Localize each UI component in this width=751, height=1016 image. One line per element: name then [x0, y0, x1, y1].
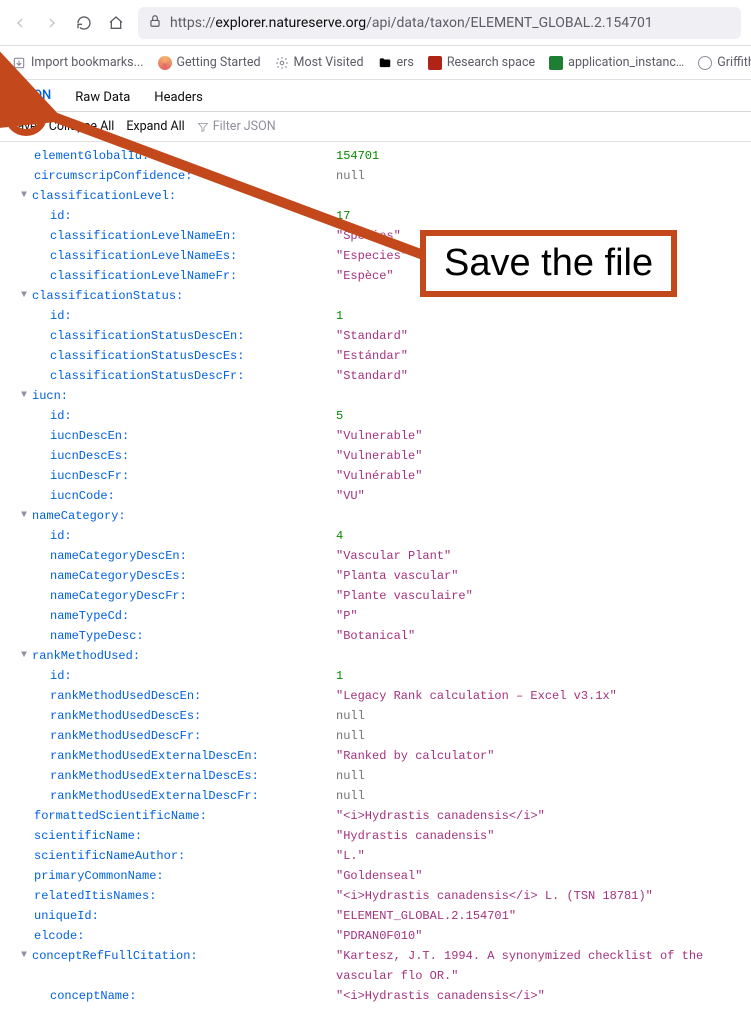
viewer-actions: Save Collapse All Expand All Filter JSON [0, 112, 751, 142]
browser-toolbar: https://explorer.natureserve.org/api/dat… [0, 0, 751, 46]
json-key-circumscripConfidence[interactable]: circumscripConfidence:null [8, 166, 751, 186]
json-key-classificationStatusDescFr[interactable]: classificationStatusDescFr:"Standard" [8, 366, 751, 386]
filter-json[interactable]: Filter JSON [197, 119, 276, 134]
json-tree: elementGlobalId:154701 circumscripConfid… [0, 142, 751, 1016]
reload-button[interactable] [74, 13, 94, 33]
json-key-classificationLevelNameEn[interactable]: classificationLevelNameEn:"Species" [8, 226, 751, 246]
json-key-iucnDescEs[interactable]: iucnDescEs:"Vulnerable" [8, 446, 751, 466]
json-key-conceptRefFullCitation[interactable]: ▼conceptRefFullCitation:"Kartesz, J.T. 1… [8, 946, 751, 966]
json-key-rankMethodUsed[interactable]: ▼rankMethodUsed: [8, 646, 751, 666]
json-key-elementGlobalId[interactable]: elementGlobalId:154701 [8, 146, 751, 166]
json-key-rankMethodUsedDescEs[interactable]: rankMethodUsedDescEs:null [8, 706, 751, 726]
bookmark-griffith[interactable]: Griffith Uni [698, 55, 751, 70]
json-key-rankMethodUsedDescEn[interactable]: rankMethodUsedDescEn:"Legacy Rank calcul… [8, 686, 751, 706]
json-key-scientificNameAuthor[interactable]: scientificNameAuthor:"L." [8, 846, 751, 866]
bookmark-research-space[interactable]: Research space [428, 55, 535, 70]
collapse-all-button[interactable]: Collapse All [49, 119, 115, 134]
url-bar[interactable]: https://explorer.natureserve.org/api/dat… [138, 7, 741, 39]
bookmark-getting-started[interactable]: Getting Started [158, 55, 261, 70]
tab-json[interactable]: JSON [16, 82, 53, 111]
json-key-id[interactable]: id:17 [8, 206, 751, 226]
gear-icon [275, 56, 289, 70]
bookmark-ers[interactable]: ers [378, 55, 414, 70]
funnel-icon [197, 121, 209, 133]
collapse-toggle[interactable]: ▼ [18, 946, 30, 966]
json-key-nameCategoryDescFr[interactable]: nameCategoryDescFr:"Plante vasculaire" [8, 586, 751, 606]
json-key-rankMethodUsedExternalDescEn[interactable]: rankMethodUsedExternalDescEn:"Ranked by … [8, 746, 751, 766]
lock-icon [148, 14, 162, 32]
collapse-toggle[interactable]: ▼ [18, 386, 30, 406]
json-key-scientificName[interactable]: scientificName:"Hydrastis canadensis" [8, 826, 751, 846]
json-key-nameCategoryDescEs[interactable]: nameCategoryDescEs:"Planta vascular" [8, 566, 751, 586]
json-key-id[interactable]: id:1 [8, 666, 751, 686]
json-key-id[interactable]: id:1 [8, 306, 751, 326]
url-text: https://explorer.natureserve.org/api/dat… [170, 15, 653, 31]
json-key-id[interactable]: id:4 [8, 526, 751, 546]
json-key-rankMethodUsedDescFr[interactable]: rankMethodUsedDescFr:null [8, 726, 751, 746]
json-key-iucnDescFr[interactable]: iucnDescFr:"Vulnérable" [8, 466, 751, 486]
firefox-icon [158, 56, 172, 70]
json-key-rankMethodUsedExternalDescFr[interactable]: rankMethodUsedExternalDescFr:null [8, 786, 751, 806]
json-key-formattedScientificName[interactable]: formattedScientificName:"<i>Hydrastis ca… [8, 806, 751, 826]
globe-icon [698, 56, 712, 70]
bookmarks-bar: Import bookmarks... Getting Started Most… [0, 46, 751, 80]
collapse-toggle[interactable]: ▼ [18, 506, 30, 526]
json-key-iucnDescEn[interactable]: iucnDescEn:"Vulnerable" [8, 426, 751, 446]
json-key-conceptName[interactable]: conceptName:"<i>Hydrastis canadensis</i>… [8, 986, 751, 1006]
json-key-classificationStatusDescEs[interactable]: classificationStatusDescEs:"Estándar" [8, 346, 751, 366]
json-key-iucnCode[interactable]: iucnCode:"VU" [8, 486, 751, 506]
mendeley-icon [428, 56, 442, 70]
json-key-rankMethodUsedExternalDescEs[interactable]: rankMethodUsedExternalDescEs:null [8, 766, 751, 786]
json-key-nameTypeDesc[interactable]: nameTypeDesc:"Botanical" [8, 626, 751, 646]
back-button[interactable] [10, 13, 30, 33]
json-key-classificationLevelNameEs[interactable]: classificationLevelNameEs:"Especies" [8, 246, 751, 266]
json-key-elcode[interactable]: elcode:"PDRAN0F010" [8, 926, 751, 946]
json-key-uniqueId[interactable]: uniqueId:"ELEMENT_GLOBAL.2.154701" [8, 906, 751, 926]
collapse-toggle[interactable]: ▼ [18, 646, 30, 666]
viewer-tabs: JSON Raw Data Headers [0, 80, 751, 112]
collapse-toggle[interactable]: ▼ [18, 186, 30, 206]
json-key-classificationStatusDescEn[interactable]: classificationStatusDescEn:"Standard" [8, 326, 751, 346]
folder-icon [378, 56, 392, 70]
json-key-nameCategory[interactable]: ▼nameCategory: [8, 506, 751, 526]
bookmark-application-instanc[interactable]: application_instanc… [549, 55, 684, 70]
json-key-relatedItisNames[interactable]: relatedItisNames:"<i>Hydrastis canadensi… [8, 886, 751, 906]
collapse-toggle[interactable]: ▼ [18, 286, 30, 306]
home-button[interactable] [106, 13, 126, 33]
json-key-nameCategoryDescEn[interactable]: nameCategoryDescEn:"Vascular Plant" [8, 546, 751, 566]
forward-button[interactable] [42, 13, 62, 33]
json-key-id[interactable]: id:5 [8, 406, 751, 426]
import-bookmarks[interactable]: Import bookmarks... [12, 55, 144, 70]
json-key-primaryCommonName[interactable]: primaryCommonName:"Goldenseal" [8, 866, 751, 886]
spreadsheet-icon [549, 56, 563, 70]
bookmark-most-visited[interactable]: Most Visited [275, 55, 364, 70]
json-key-classificationLevelNameFr[interactable]: classificationLevelNameFr:"Espèce" [8, 266, 751, 286]
tab-headers[interactable]: Headers [152, 84, 205, 111]
json-key-classificationLevel[interactable]: ▼classificationLevel: [8, 186, 751, 206]
json-key-nameTypeCd[interactable]: nameTypeCd:"P" [8, 606, 751, 626]
json-key-classificationStatus[interactable]: ▼classificationStatus: [8, 286, 751, 306]
expand-all-button[interactable]: Expand All [126, 119, 184, 134]
save-button[interactable]: Save [10, 119, 37, 134]
json-key-iucn[interactable]: ▼iucn: [8, 386, 751, 406]
tab-raw-data[interactable]: Raw Data [73, 84, 132, 111]
